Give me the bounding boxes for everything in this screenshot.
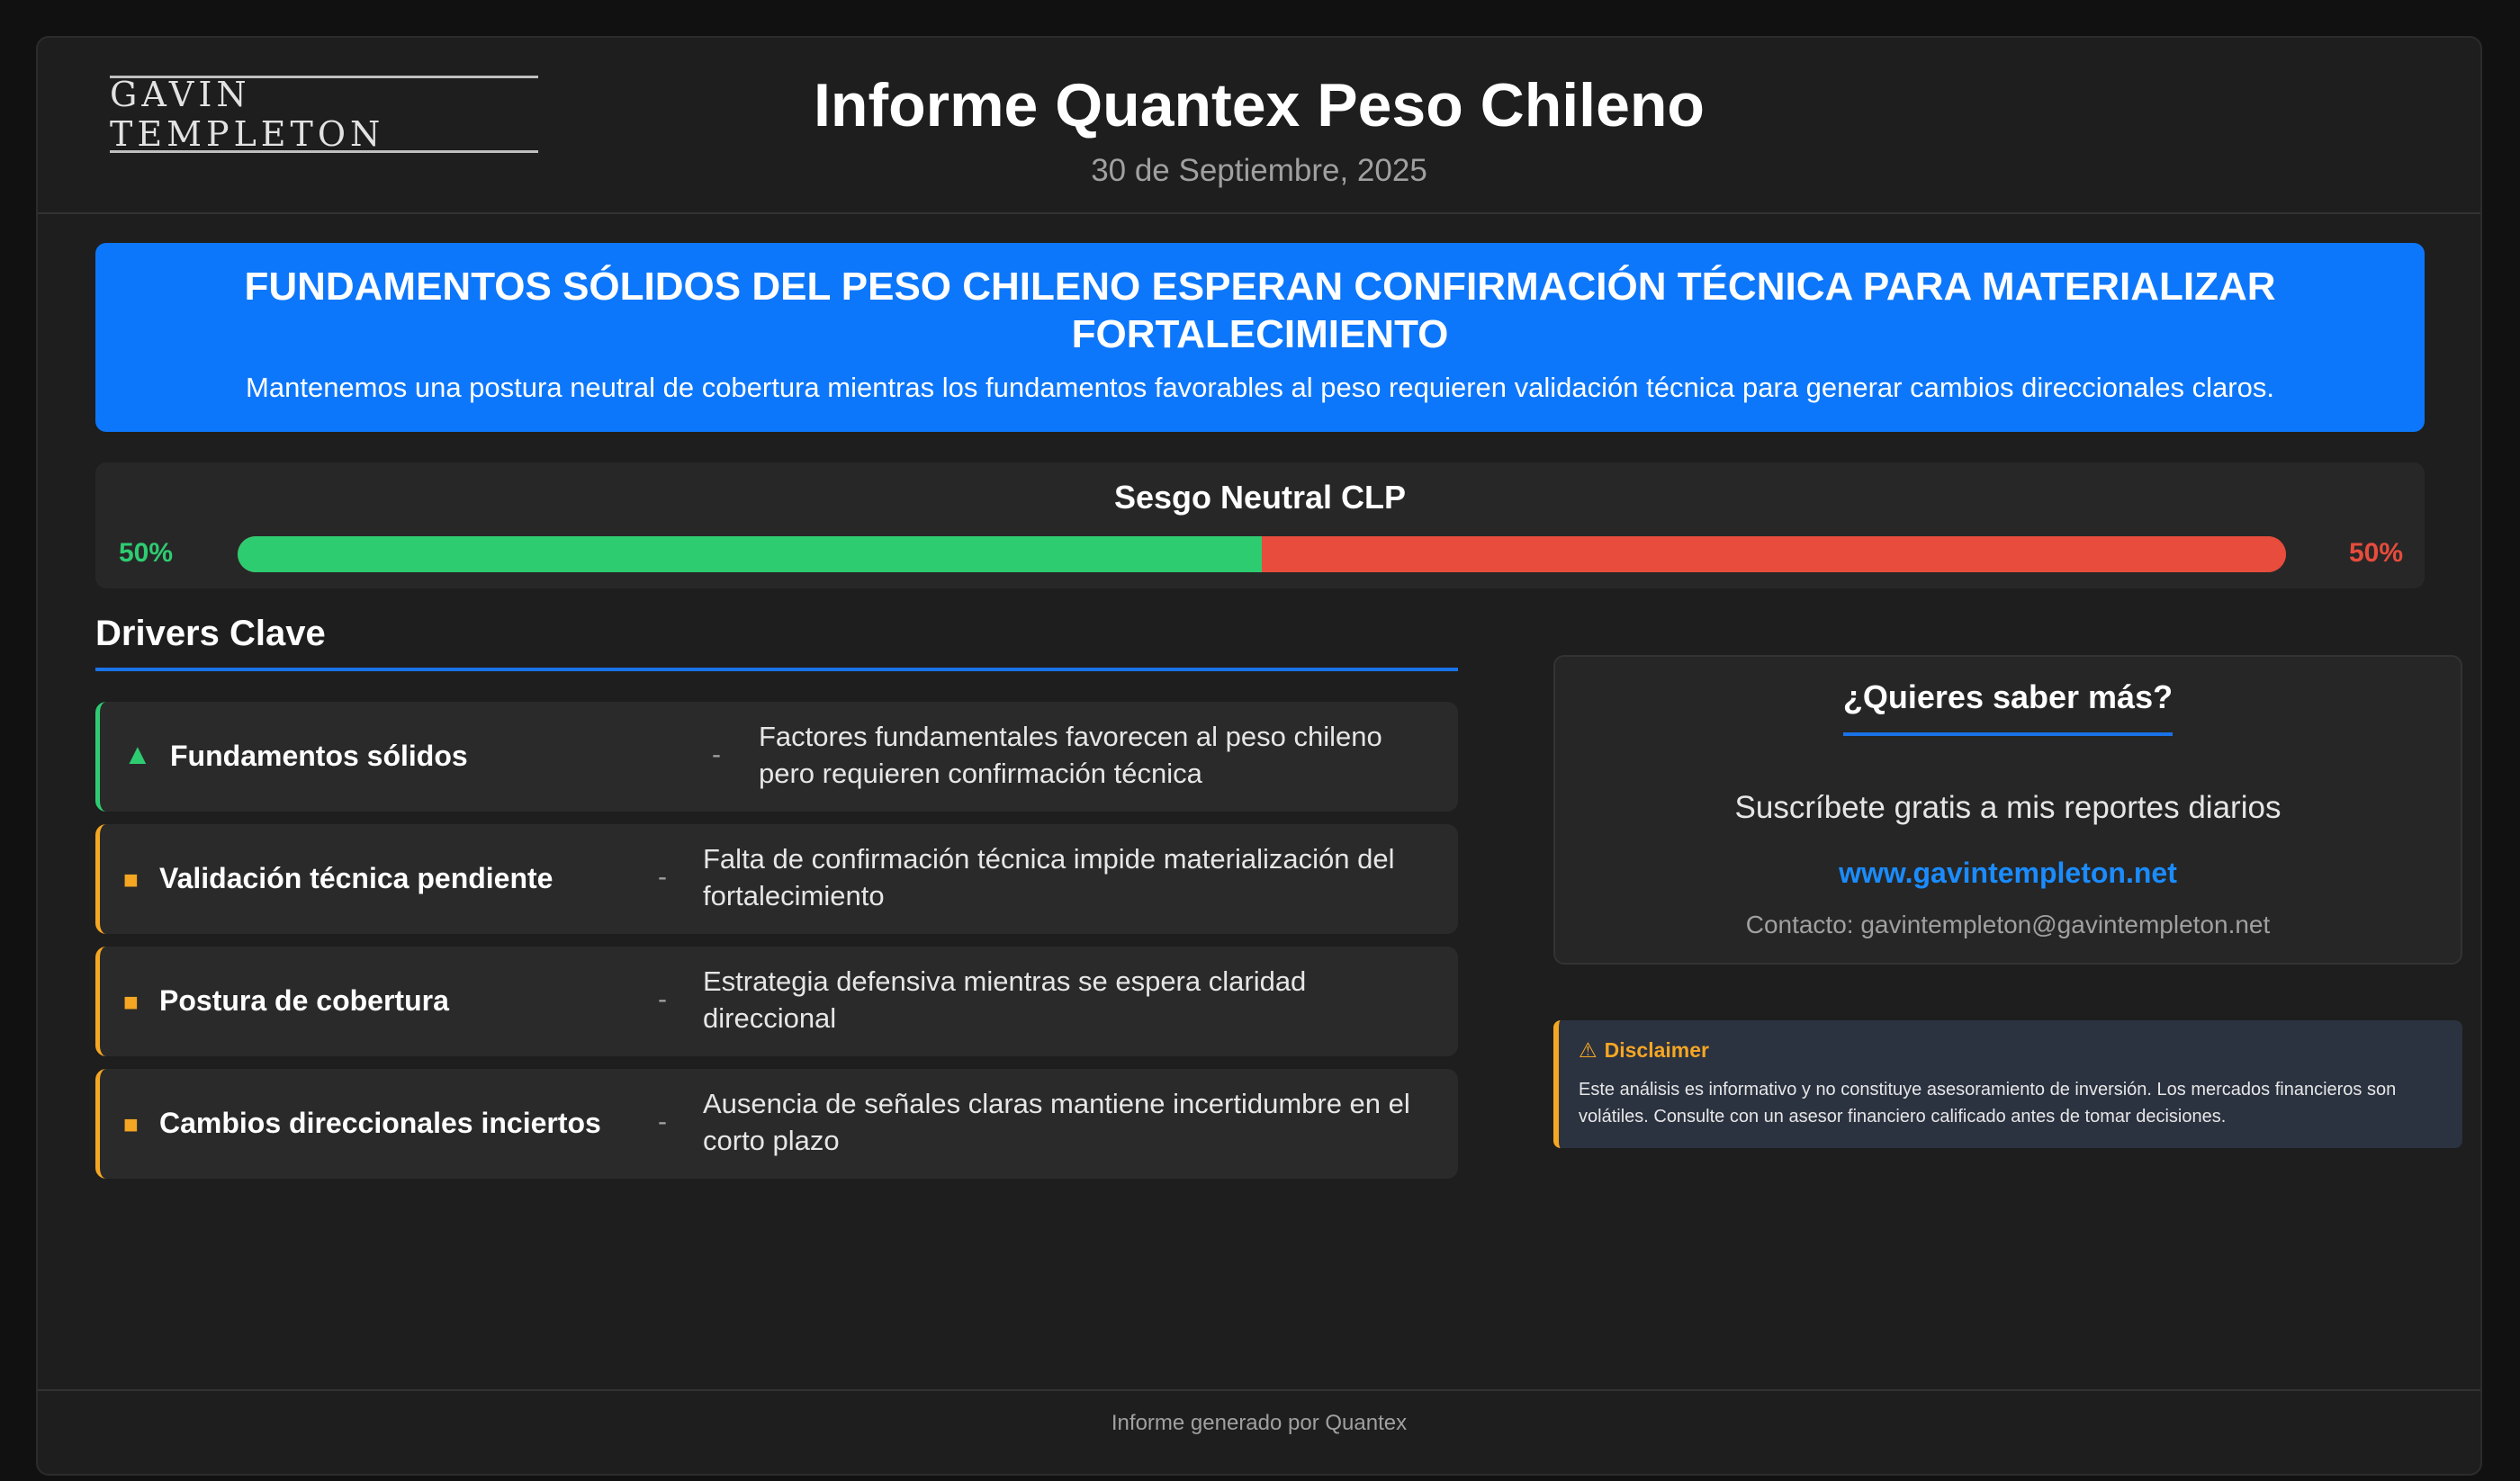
driver-description: Ausencia de señales claras mantiene ince… <box>703 1088 1410 1156</box>
square-icon: ■ <box>123 988 139 1016</box>
driver-separator: - <box>658 984 667 1014</box>
driver-name: Postura de cobertura <box>159 984 449 1017</box>
square-icon: ■ <box>123 1110 139 1138</box>
website-link[interactable]: www.gavintempleton.net <box>1555 857 2461 890</box>
subscribe-text: Suscríbete gratis a mis reportes diarios <box>1734 790 2282 825</box>
banner-headline: FUNDAMENTOS SÓLIDOS DEL PESO CHILENO ESP… <box>244 265 2276 356</box>
bias-bar-negative <box>1262 536 2286 572</box>
driver-item: ■ Validación técnica pendiente - Falta d… <box>95 824 1458 934</box>
page-title: Informe Quantex Peso Chileno <box>814 71 1705 139</box>
bias-bar <box>238 536 2286 572</box>
driver-separator: - <box>658 862 667 892</box>
driver-item: ■ Cambios direccionales inciertos - Ause… <box>95 1069 1458 1179</box>
triangle-up-icon: ▲ <box>123 738 152 770</box>
disclaimer-box: ⚠ Disclaimer Este análisis es informativo… <box>1553 1020 2462 1148</box>
report-date: 30 de Septiembre, 2025 <box>1091 153 1427 188</box>
banner-subtext: Mantenemos una postura neutral de cobert… <box>246 372 2274 403</box>
driver-separator: - <box>712 740 721 769</box>
report-header: GAVIN TEMPLETON Informe Quantex Peso Chi… <box>38 38 2480 214</box>
warning-icon: ⚠ <box>1579 1038 1598 1062</box>
driver-description: Factores fundamentales favorecen al peso… <box>759 721 1382 789</box>
report-card: GAVIN TEMPLETON Informe Quantex Peso Chi… <box>36 36 2482 1476</box>
driver-name: Validación técnica pendiente <box>159 862 554 894</box>
subscribe-panel: ¿Quieres saber más? Suscríbete gratis a … <box>1553 655 2462 965</box>
bias-bar-positive <box>238 536 1262 572</box>
driver-description: Falta de confirmación técnica impide mat… <box>703 843 1395 911</box>
footer-text: Informe generado por Quantex <box>1111 1411 1408 1435</box>
driver-item: ▲ Fundamentos sólidos - Factores fundame… <box>95 702 1458 812</box>
bias-panel: Sesgo Neutral CLP 50% 50% <box>95 462 2425 588</box>
disclaimer-body: Este análisis es informativo y no consti… <box>1579 1080 2397 1126</box>
driver-name: Cambios direccionales inciertos <box>159 1107 601 1139</box>
subscribe-divider <box>1843 732 2173 736</box>
disclaimer-title: Disclaimer <box>1604 1038 1709 1062</box>
disclaimer-header: ⚠ Disclaimer <box>1579 1038 1709 1063</box>
contact-email: Contacto: gavintempleton@gavintempleton.… <box>1745 911 2271 938</box>
square-icon: ■ <box>123 866 139 893</box>
driver-description: Estrategia defensiva mientras se espera … <box>703 965 1307 1034</box>
driver-name: Fundamentos sólidos <box>170 740 468 772</box>
bias-right-percent: 50% <box>2348 538 2403 568</box>
headline-banner: FUNDAMENTOS SÓLIDOS DEL PESO CHILENO ESP… <box>95 243 2425 432</box>
bias-left-percent: 50% <box>119 538 174 568</box>
bias-title: Sesgo Neutral CLP <box>1113 479 1407 516</box>
driver-separator: - <box>658 1107 667 1136</box>
report-footer: Informe generado por Quantex <box>38 1389 2480 1481</box>
driver-item: ■ Postura de cobertura - Estrategia defe… <box>95 947 1458 1056</box>
drivers-divider <box>95 668 1458 671</box>
drivers-title: Drivers Clave <box>95 614 326 653</box>
subscribe-title: ¿Quieres saber más? <box>1842 678 2174 715</box>
